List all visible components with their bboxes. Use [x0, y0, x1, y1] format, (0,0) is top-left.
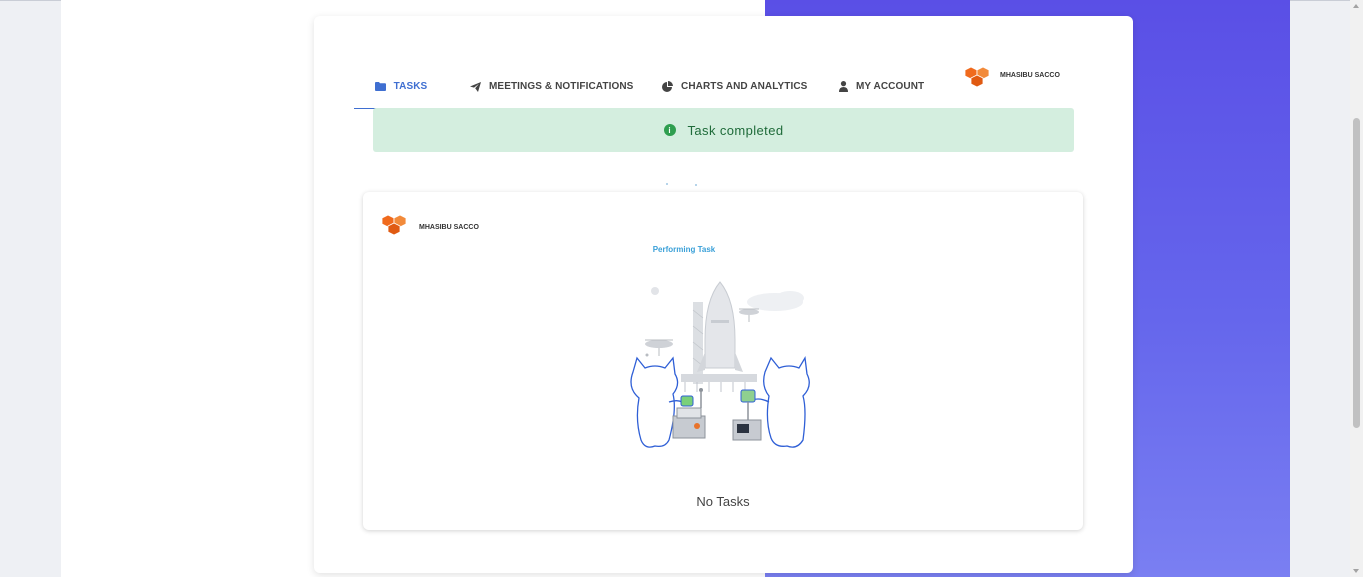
paper-plane-icon: [470, 81, 481, 92]
tab-charts-label: CHARTS AND ANALYTICS: [681, 81, 808, 92]
tab-my-account[interactable]: MY ACCOUNT: [833, 64, 930, 109]
info-icon: i: [663, 124, 676, 136]
tab-tasks-label: TASKS: [393, 80, 428, 92]
tab-tasks[interactable]: TASKS: [354, 64, 448, 109]
scroll-up-arrow-icon[interactable]: [1353, 4, 1359, 8]
performing-task-status: Performing Task: [652, 245, 716, 254]
panel-brand-name: MHASIBU SACCO: [419, 224, 479, 231]
success-alert: i Task completed: [373, 108, 1074, 152]
pie-chart-icon: [662, 81, 673, 92]
tab-meetings-label: MEETINGS & NOTIFICATIONS: [489, 81, 634, 92]
boxes-logo-icon: [381, 214, 407, 241]
header-brand: MHASIBU SACCO: [964, 64, 1060, 94]
tab-charts-analytics[interactable]: CHARTS AND ANALYTICS: [656, 64, 813, 109]
vertical-scrollbar[interactable]: [1350, 0, 1363, 577]
tab-account-label: MY ACCOUNT: [856, 81, 925, 92]
boxes-logo-icon: [964, 66, 990, 93]
tab-meetings-notifications[interactable]: MEETINGS & NOTIFICATIONS: [464, 64, 639, 109]
folder-icon: [374, 81, 386, 91]
task-panel: MHASIBU SACCO Performing Task No Tasks: [363, 192, 1083, 530]
user-icon: [839, 81, 848, 92]
scroll-down-arrow-icon[interactable]: [1353, 569, 1359, 573]
scrollbar-thumb[interactable]: [1353, 118, 1360, 428]
panel-brand: MHASIBU SACCO: [381, 214, 479, 241]
empty-state-message: No Tasks: [696, 494, 750, 509]
header-brand-name: MHASIBU SACCO: [1000, 71, 1060, 79]
octocats-rocket-illustration: [625, 280, 810, 462]
tab-bar: TASKS MEETINGS & NOTIFICATIONS CHARTS AN…: [354, 64, 1094, 110]
alert-message: Task completed: [687, 122, 784, 138]
